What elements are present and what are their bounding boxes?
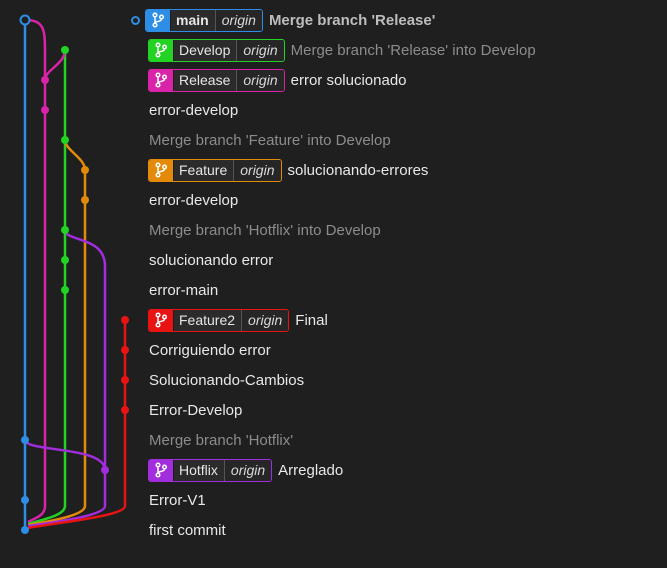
commit-node[interactable] (121, 406, 129, 414)
branch-badge[interactable]: Hotflix origin (148, 458, 273, 482)
remote-name: origin (241, 309, 289, 331)
commit-graph (19, 14, 129, 534)
commit-row[interactable]: first commit (140, 515, 226, 545)
commit-row[interactable]: Error-Develop (140, 395, 242, 425)
commit-message: Merge branch 'Hotflix' (149, 431, 294, 449)
commit-node-head[interactable] (19, 14, 31, 26)
git-branch-icon (149, 69, 173, 91)
commit-node[interactable] (61, 256, 69, 264)
commit-node[interactable] (61, 286, 69, 294)
branch-name: Release (173, 69, 237, 91)
commit-row[interactable]: Release origin error solucionado (140, 65, 407, 95)
commit-row[interactable]: Merge branch 'Hotflix' into Develop (140, 215, 381, 245)
commit-message: error solucionado (290, 71, 407, 89)
commit-node[interactable] (121, 346, 129, 354)
commit-node[interactable] (81, 166, 89, 174)
commit-row[interactable]: Merge branch 'Feature' into Develop (140, 125, 391, 155)
commit-node[interactable] (21, 526, 29, 534)
branch-badge[interactable]: Develop origin (148, 38, 285, 62)
branch-badge[interactable]: Feature origin (148, 158, 282, 182)
commit-message: Merge branch 'Hotflix' into Develop (149, 221, 381, 239)
commit-row[interactable]: solucionando error (140, 245, 273, 275)
remote-name: origin (214, 9, 262, 31)
commit-message: Arreglado (278, 461, 344, 479)
commit-node[interactable] (41, 106, 49, 114)
branch-badge[interactable]: Release origin (148, 68, 285, 92)
commit-message: Corriguiendo error (149, 341, 271, 359)
commit-message: Merge branch 'Release' into Develop (290, 41, 536, 59)
graph-line-feature (27, 139, 87, 527)
head-circle-icon (131, 15, 140, 25)
commit-row[interactable]: error-develop (140, 95, 238, 125)
remote-name: origin (236, 69, 284, 91)
commit-node[interactable] (121, 376, 129, 384)
commit-row[interactable]: Hotflix origin Arreglado (140, 455, 343, 485)
commit-node[interactable] (81, 196, 89, 204)
commit-node[interactable] (21, 496, 29, 504)
commit-row[interactable]: error-develop (140, 185, 238, 215)
commit-message: Merge branch 'Feature' into Develop (149, 131, 391, 149)
remote-name: origin (236, 39, 284, 61)
commit-message: error-main (149, 281, 219, 299)
git-branch-icon (149, 159, 173, 181)
commit-row[interactable]: main origin Merge branch 'Release' (131, 5, 436, 35)
commit-row[interactable]: Feature origin solucionando-errores (140, 155, 428, 185)
commit-message: Final (295, 311, 328, 329)
commit-message: Solucionando-Cambios (149, 371, 305, 389)
commit-node[interactable] (61, 136, 69, 144)
commit-node[interactable] (61, 226, 69, 234)
branch-badge[interactable]: main origin (145, 8, 263, 32)
branch-name: Develop (173, 39, 237, 61)
commit-node[interactable] (121, 316, 129, 324)
commit-row[interactable]: Error-V1 (140, 485, 206, 515)
commit-row[interactable]: Merge branch 'Hotflix' (140, 425, 293, 455)
branch-name: Hotflix (173, 459, 224, 481)
branch-badge[interactable]: Feature2 origin (148, 308, 290, 332)
commit-row[interactable]: Develop origin Merge branch 'Release' into… (140, 35, 536, 65)
commit-message: error-develop (149, 101, 239, 119)
commit-row[interactable]: error-main (140, 275, 218, 305)
commit-message: error-develop (149, 191, 239, 209)
commit-node[interactable] (41, 76, 49, 84)
commit-node[interactable] (21, 436, 29, 444)
branch-name: Feature (173, 159, 234, 181)
remote-name: origin (233, 159, 281, 181)
branch-name: main (170, 9, 215, 31)
commit-message: Merge branch 'Release' (268, 11, 436, 29)
graph-line-release-merge (43, 49, 67, 81)
commit-message: first commit (149, 521, 226, 539)
remote-name: origin (223, 459, 272, 481)
commit-node[interactable] (101, 466, 109, 474)
commit-message: Error-Develop (149, 401, 243, 419)
branch-name: Feature2 (173, 309, 242, 331)
git-branch-icon (146, 9, 170, 31)
graph-line-hotflix (27, 229, 107, 528)
commit-message: solucionando error (149, 251, 274, 269)
commit-row[interactable]: Solucionando-Cambios (140, 365, 304, 395)
git-branch-icon (149, 459, 173, 481)
commit-node[interactable] (61, 46, 69, 54)
commit-row[interactable]: Corriguiendo error (140, 335, 271, 365)
graph-line-develop (27, 50, 67, 526)
commit-row[interactable]: Feature2 origin Final (140, 305, 328, 335)
commit-message: Error-V1 (149, 491, 206, 509)
git-branch-icon (149, 39, 173, 61)
git-branch-icon (149, 309, 173, 331)
commit-message: solucionando-errores (287, 161, 429, 179)
graph-line-feature2 (27, 320, 127, 530)
